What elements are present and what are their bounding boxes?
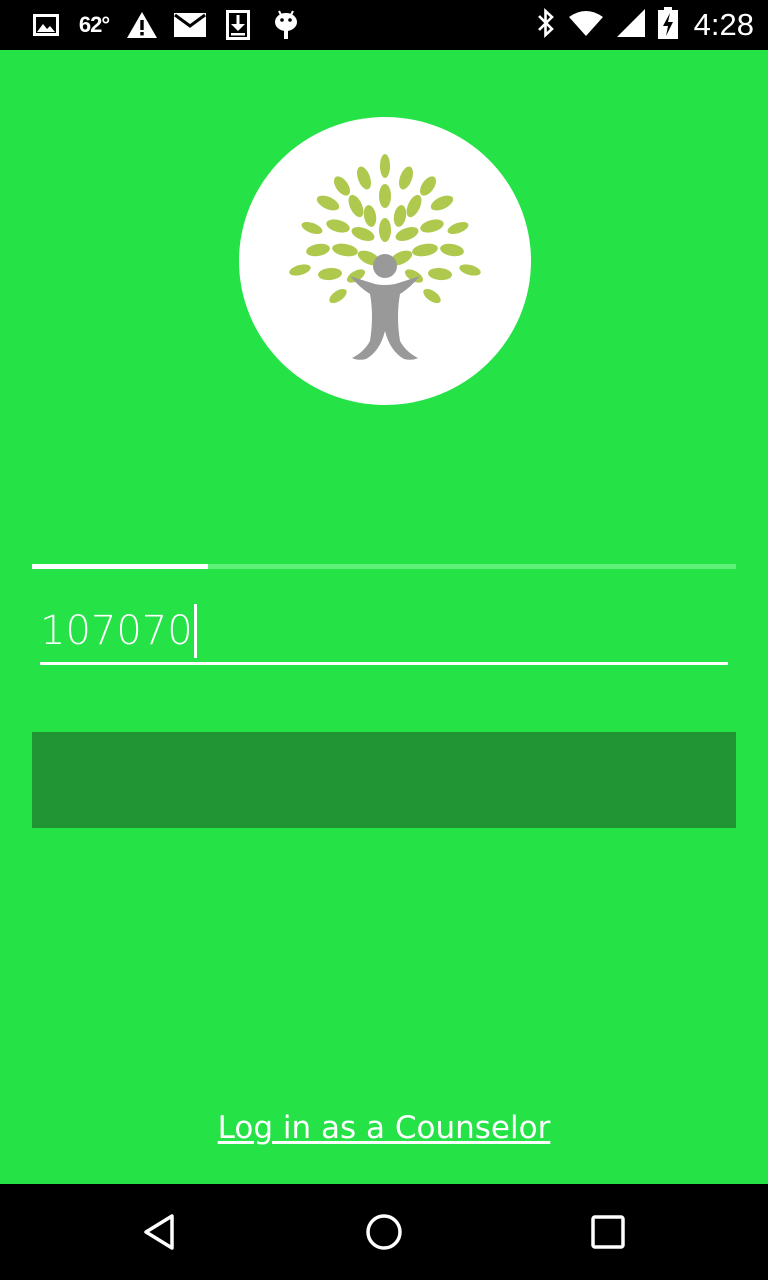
clock: 4:28: [693, 7, 754, 42]
code-input[interactable]: 107070: [40, 600, 728, 665]
progress-fill: [32, 564, 208, 569]
status-bar: 62° 4:28: [0, 0, 768, 50]
home-button[interactable]: [336, 1184, 432, 1280]
system-icons: 4:28: [536, 0, 754, 50]
text-cursor: [193, 604, 197, 658]
wifi-icon: [568, 9, 604, 41]
recents-button[interactable]: [560, 1184, 656, 1280]
navigation-bar: [0, 1184, 768, 1280]
back-button[interactable]: [112, 1184, 208, 1280]
submit-button[interactable]: [32, 732, 736, 828]
home-icon: [366, 1214, 402, 1250]
mail-icon: [166, 0, 214, 50]
download-icon: [214, 0, 262, 50]
signal-icon: [616, 8, 646, 42]
login-screen: 107070 Log in as a Counselor: [0, 50, 768, 1184]
image-icon: [22, 0, 70, 50]
bluetooth-icon: [536, 8, 556, 42]
back-icon: [144, 1214, 174, 1250]
code-input-value: 107070: [40, 608, 193, 654]
progress-bar: [32, 564, 736, 569]
battery-charging-icon: [657, 7, 678, 43]
temperature-text: 62°: [78, 12, 110, 37]
warning-icon: [118, 0, 166, 50]
notification-icons: 62°: [22, 0, 310, 50]
app-logo: [239, 117, 531, 405]
tree-person-logo-icon: [289, 154, 481, 360]
counselor-login-link[interactable]: Log in as a Counselor: [0, 1110, 768, 1146]
android-icon: [262, 0, 310, 50]
recents-icon: [591, 1215, 625, 1249]
